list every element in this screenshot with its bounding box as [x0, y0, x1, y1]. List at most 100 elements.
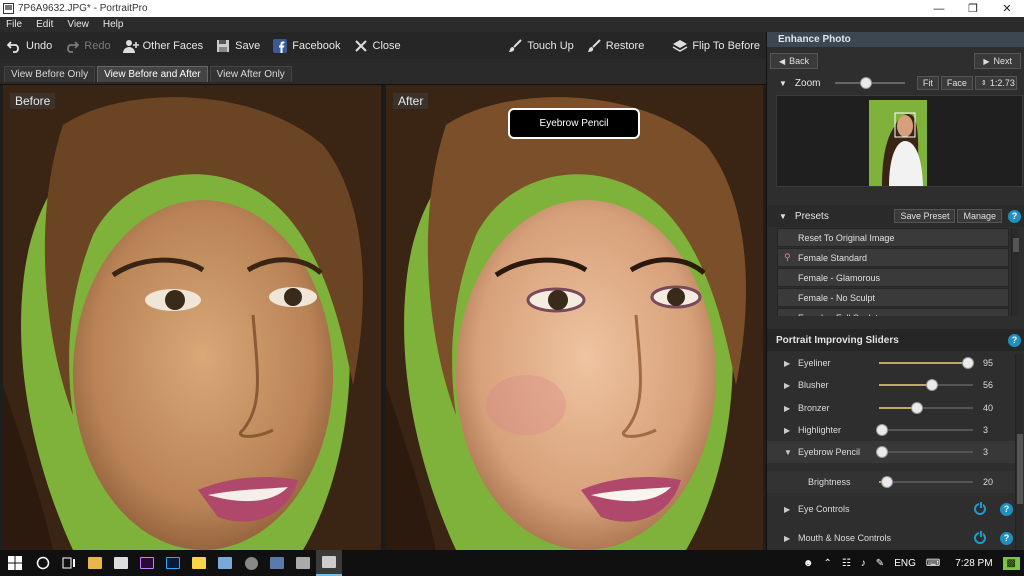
slider-knob[interactable] — [925, 379, 938, 391]
slider-row-highlighter[interactable]: ▶ Highlighter 3 — [767, 419, 1017, 441]
sliders-help-icon[interactable]: ? — [1008, 333, 1021, 347]
sliders-scrollbar[interactable] — [1015, 354, 1023, 550]
chrome-button[interactable] — [238, 550, 264, 576]
people-icon[interactable]: ☻ — [798, 558, 819, 569]
calendar-button[interactable] — [290, 550, 316, 576]
slider-track[interactable] — [879, 357, 975, 369]
slider-label: Eyebrow Pencil — [798, 447, 861, 457]
collapse-presets-icon[interactable]: ▼ — [779, 212, 787, 221]
tab-view-before-and-after[interactable]: View Before and After — [97, 66, 208, 82]
touch-up-button[interactable]: Touch Up — [501, 32, 579, 59]
notes-button[interactable] — [186, 550, 212, 576]
section-mouth-nose-controls[interactable]: ▶ Mouth & Nose Controls? — [767, 526, 1017, 550]
before-portrait-image — [3, 85, 381, 550]
expand-arrow-icon[interactable]: ▶ — [784, 426, 794, 435]
zoom-slider-knob[interactable] — [860, 77, 873, 89]
menu-edit[interactable]: Edit — [29, 19, 60, 30]
zoom-slider[interactable] — [834, 75, 905, 91]
slider-knob[interactable] — [962, 357, 975, 369]
slider-row-eyeliner[interactable]: ▶ Eyeliner 95 — [767, 352, 1017, 374]
slider-row-bronzer[interactable]: ▶ Bronzer 40 — [767, 397, 1017, 419]
back-button[interactable]: ◀ Back — [770, 53, 819, 69]
photos-button[interactable] — [108, 550, 134, 576]
next-button[interactable]: ▶ Next — [974, 53, 1021, 69]
help-icon[interactable]: ? — [1000, 502, 1013, 516]
sliders-header: Portrait Improving Sliders ? — [767, 329, 1024, 351]
maximize-icon[interactable]: ❐ — [956, 0, 990, 17]
slider-knob[interactable] — [910, 402, 923, 414]
photoshop-button[interactable] — [160, 550, 186, 576]
expand-arrow-icon[interactable]: ▶ — [784, 534, 794, 543]
navigator-thumbnail[interactable] — [776, 95, 1023, 187]
slider-track[interactable] — [879, 379, 973, 391]
flip-to-before-button[interactable]: Flip To Before — [666, 32, 766, 59]
expand-arrow-icon[interactable]: ▶ — [784, 359, 794, 368]
undo-button[interactable]: Undo — [0, 32, 58, 59]
tab-view-before-only[interactable]: View Before Only — [4, 66, 96, 82]
slider-knob[interactable] — [875, 424, 888, 436]
menu-view[interactable]: View — [60, 19, 96, 30]
collapse-zoom-icon[interactable]: ▼ — [779, 79, 787, 88]
preset-item[interactable]: Female - No Sculpt — [777, 288, 1009, 307]
keyboard-icon[interactable]: ⌨ — [921, 558, 945, 569]
fit-button[interactable]: Fit — [916, 76, 939, 90]
close-button[interactable]: Close — [347, 32, 407, 59]
volume-icon[interactable]: ♪ — [856, 558, 871, 569]
section-eye-controls[interactable]: ▶ Eye Controls? — [767, 497, 1017, 521]
power-toggle-icon[interactable] — [974, 501, 986, 515]
menu-help[interactable]: Help — [96, 19, 131, 30]
preset-item[interactable]: ⚲ Female Standard — [777, 248, 1009, 267]
language-indicator[interactable]: ENG — [889, 558, 921, 569]
power-toggle-icon[interactable] — [974, 530, 986, 544]
preset-item[interactable]: Female - Glamorous — [777, 268, 1009, 287]
pen-icon[interactable]: ✎ — [871, 558, 889, 569]
clock[interactable]: 7:28 PM — [945, 558, 1002, 569]
preset-item[interactable]: Female - Full Sculpt — [777, 308, 1009, 316]
slider-row-eyebrow-pencil[interactable]: ▼ Eyebrow Pencil 3 — [767, 441, 1017, 463]
save-preset-button[interactable]: Save Preset — [894, 209, 956, 223]
preset-scrollbar[interactable] — [1011, 228, 1019, 316]
expand-arrow-icon[interactable]: ▶ — [784, 404, 794, 413]
other-faces-button[interactable]: Other Faces — [117, 32, 210, 59]
close-window-icon[interactable]: ✕ — [990, 0, 1024, 17]
portraitpro-taskbar-button[interactable] — [316, 550, 342, 576]
save-button[interactable]: Save — [209, 32, 266, 59]
slider-track[interactable] — [879, 402, 973, 414]
network-icon[interactable]: ☷ — [837, 558, 856, 569]
before-image-pane[interactable]: Before — [3, 85, 381, 550]
zoom-value-field[interactable]: ⇕ 1:2.73 — [974, 76, 1017, 90]
slider-row-brightness[interactable]: Brightness 20 — [767, 471, 1017, 493]
minimize-icon[interactable]: — — [922, 0, 956, 17]
app-button[interactable] — [212, 550, 238, 576]
preset-item[interactable]: Reset To Original Image — [777, 228, 1009, 247]
slider-track[interactable] — [879, 476, 973, 488]
facebook-button[interactable]: Facebook — [266, 32, 346, 59]
manage-button[interactable]: Manage — [957, 209, 1002, 223]
premiere-button[interactable] — [134, 550, 160, 576]
start-button[interactable] — [0, 550, 30, 576]
slider-track[interactable] — [875, 424, 973, 436]
slider-track[interactable] — [875, 446, 973, 458]
search-button[interactable] — [30, 550, 56, 576]
tray-arrow-icon[interactable]: ⌃ — [818, 558, 836, 569]
restore-button[interactable]: Restore — [580, 32, 651, 59]
face-button[interactable]: Face — [940, 76, 973, 90]
menu-file[interactable]: File — [0, 19, 29, 30]
help-icon[interactable]: ? — [1000, 531, 1013, 545]
tab-view-after-only[interactable]: View After Only — [209, 66, 292, 82]
notifications-icon[interactable]: ▩ — [1002, 556, 1020, 570]
slider-row-blusher[interactable]: ▶ Blusher 56 — [767, 374, 1017, 396]
after-image-pane[interactable]: After — [386, 85, 763, 550]
slider-knob[interactable] — [880, 476, 893, 488]
expand-arrow-icon[interactable]: ▶ — [784, 381, 794, 390]
expand-arrow-icon[interactable]: ▶ — [784, 505, 794, 514]
store-button[interactable] — [264, 550, 290, 576]
task-view-button[interactable] — [56, 550, 82, 576]
file-explorer-button[interactable] — [82, 550, 108, 576]
redo-button[interactable]: Redo — [58, 32, 116, 59]
sticky-notes-icon — [192, 557, 206, 569]
system-tray: ☻ ⌃ ☷ ♪ ✎ ENG ⌨ 7:28 PM ▩ — [798, 550, 1024, 576]
slider-knob[interactable] — [875, 446, 888, 458]
presets-help-icon[interactable]: ? — [1008, 209, 1021, 223]
expand-arrow-icon[interactable]: ▼ — [784, 448, 794, 457]
